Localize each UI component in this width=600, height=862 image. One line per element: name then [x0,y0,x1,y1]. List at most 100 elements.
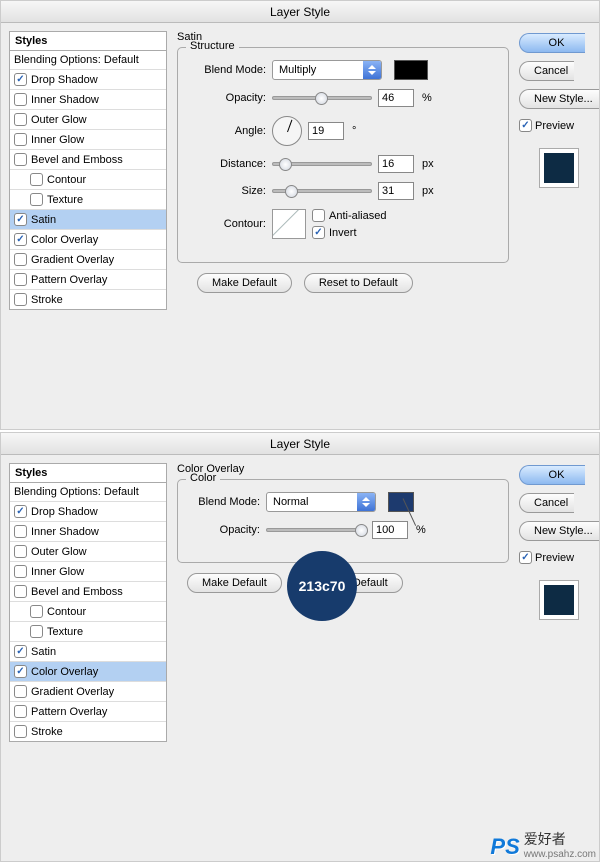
checkbox-icon[interactable] [14,93,27,106]
style-item-label: Bevel and Emboss [31,586,123,598]
preview-checkbox[interactable]: Preview [519,119,574,132]
contour-picker[interactable] [272,209,306,239]
style-item-contour[interactable]: Contour [10,602,166,622]
style-item-label: Outer Glow [31,546,87,558]
checkbox-icon[interactable] [14,133,27,146]
checkbox-icon[interactable] [14,253,27,266]
preview-swatch [539,148,579,188]
style-item-drop-shadow[interactable]: Drop Shadow [10,70,166,90]
checkbox-icon[interactable] [14,665,27,678]
distance-label: Distance: [188,158,266,170]
unit-px: px [422,185,434,197]
checkbox-icon[interactable] [14,113,27,126]
style-item-label: Outer Glow [31,114,87,126]
style-item-label: Inner Shadow [31,526,99,538]
color-callout: 213c70 [287,551,357,621]
ok-button[interactable]: OK [519,33,585,53]
checkbox-icon[interactable] [14,505,27,518]
checkbox-icon[interactable] [14,645,27,658]
cancel-button[interactable]: Cancel [519,493,574,513]
anti-aliased-checkbox[interactable]: Anti-aliased [312,209,386,222]
opacity-slider[interactable] [272,96,372,100]
checkbox-icon[interactable] [14,153,27,166]
style-item-gradient-overlay[interactable]: Gradient Overlay [10,250,166,270]
new-style-button[interactable]: New Style... [519,89,599,109]
style-item-pattern-overlay[interactable]: Pattern Overlay [10,270,166,290]
cancel-button[interactable]: Cancel [519,61,574,81]
style-item-label: Drop Shadow [31,506,98,518]
style-item-inner-glow[interactable]: Inner Glow [10,130,166,150]
style-item-label: Contour [47,174,86,186]
style-item-stroke[interactable]: Stroke [10,722,166,741]
style-item-color-overlay[interactable]: Color Overlay [10,662,166,682]
ok-button[interactable]: OK [519,465,585,485]
checkbox-icon[interactable] [14,545,27,558]
color-swatch[interactable] [394,60,428,80]
checkbox-icon[interactable] [14,293,27,306]
opacity-slider[interactable] [266,528,366,532]
reset-default-button[interactable]: Reset to Default [304,273,413,293]
checkbox-icon[interactable] [14,705,27,718]
angle-dial[interactable] [272,116,302,146]
checkbox-icon[interactable] [14,685,27,698]
blending-options[interactable]: Blending Options: Default [10,51,166,70]
checkbox-icon[interactable] [14,585,27,598]
checkbox-icon[interactable] [14,233,27,246]
unit-px: px [422,158,434,170]
distance-input[interactable] [378,155,414,173]
style-item-drop-shadow[interactable]: Drop Shadow [10,502,166,522]
checkbox-icon[interactable] [30,605,43,618]
invert-checkbox[interactable]: Invert [312,226,386,239]
checkbox-icon[interactable] [14,73,27,86]
style-item-pattern-overlay[interactable]: Pattern Overlay [10,702,166,722]
style-item-satin[interactable]: Satin [10,210,166,230]
window-title: Layer Style [1,433,599,455]
styles-header: Styles [9,31,167,50]
make-default-button[interactable]: Make Default [187,573,282,593]
color-swatch[interactable] [388,492,414,512]
size-label: Size: [188,185,266,197]
style-item-satin[interactable]: Satin [10,642,166,662]
opacity-input[interactable] [372,521,408,539]
blend-mode-label: Blend Mode: [188,496,260,508]
style-item-label: Contour [47,606,86,618]
style-item-outer-glow[interactable]: Outer Glow [10,542,166,562]
checkbox-icon[interactable] [14,273,27,286]
blending-options[interactable]: Blending Options: Default [10,483,166,502]
style-item-inner-shadow[interactable]: Inner Shadow [10,90,166,110]
style-item-label: Color Overlay [31,666,98,678]
new-style-button[interactable]: New Style... [519,521,599,541]
style-item-contour[interactable]: Contour [10,170,166,190]
make-default-button[interactable]: Make Default [197,273,292,293]
opacity-label: Opacity: [188,92,266,104]
style-item-label: Stroke [31,726,63,738]
checkbox-icon[interactable] [14,525,27,538]
style-item-inner-glow[interactable]: Inner Glow [10,562,166,582]
opacity-input[interactable] [378,89,414,107]
style-item-label: Gradient Overlay [31,254,114,266]
distance-slider[interactable] [272,162,372,166]
style-item-gradient-overlay[interactable]: Gradient Overlay [10,682,166,702]
watermark: PS 爱好者 www.psahz.com [490,829,596,860]
style-item-label: Gradient Overlay [31,686,114,698]
checkbox-icon[interactable] [14,565,27,578]
unit-percent: % [416,524,426,536]
checkbox-icon[interactable] [30,173,43,186]
checkbox-icon[interactable] [30,193,43,206]
style-item-bevel-and-emboss[interactable]: Bevel and Emboss [10,150,166,170]
checkbox-icon[interactable] [14,725,27,738]
style-item-stroke[interactable]: Stroke [10,290,166,309]
size-slider[interactable] [272,189,372,193]
size-input[interactable] [378,182,414,200]
checkbox-icon[interactable] [30,625,43,638]
angle-input[interactable] [308,122,344,140]
style-item-texture[interactable]: Texture [10,622,166,642]
style-item-outer-glow[interactable]: Outer Glow [10,110,166,130]
style-item-inner-shadow[interactable]: Inner Shadow [10,522,166,542]
style-item-texture[interactable]: Texture [10,190,166,210]
styles-header: Styles [9,463,167,482]
checkbox-icon[interactable] [14,213,27,226]
style-item-bevel-and-emboss[interactable]: Bevel and Emboss [10,582,166,602]
preview-checkbox[interactable]: Preview [519,551,574,564]
style-item-color-overlay[interactable]: Color Overlay [10,230,166,250]
